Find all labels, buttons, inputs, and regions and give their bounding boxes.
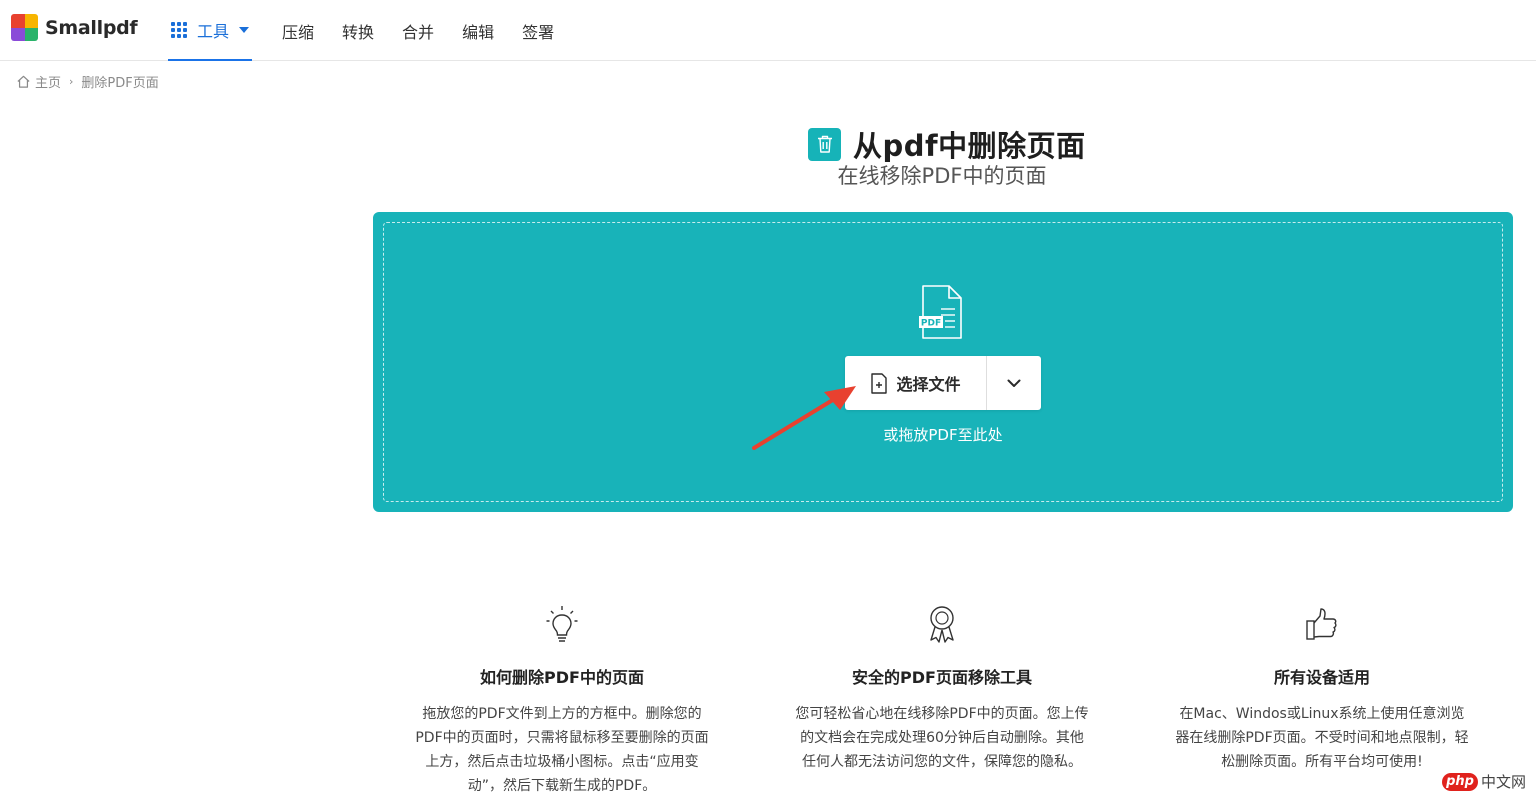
chevron-down-icon: [1007, 379, 1021, 387]
nav-sign[interactable]: 签署: [522, 19, 554, 43]
nav-merge[interactable]: 合并: [402, 19, 434, 43]
file-dropzone[interactable]: PDF 选择文件 或拖放PDF至此处: [373, 212, 1513, 512]
watermark-text: 中文网: [1480, 773, 1526, 791]
feature-title: 所有设备适用: [1273, 668, 1370, 687]
pdf-badge-text: PDF: [921, 319, 941, 329]
site-watermark: php 中文网: [1442, 771, 1526, 792]
award-icon: [782, 604, 1102, 644]
watermark-badge: php: [1442, 772, 1478, 791]
feature-title: 安全的PDF页面移除工具: [852, 668, 1032, 687]
page-title: 从pdf中删除页面: [853, 129, 1086, 163]
breadcrumb-home[interactable]: 主页: [35, 72, 61, 91]
feature-how-to: 如何删除PDF中的页面 拖放您的PDF文件到上方的方框中。删除您的PDF中的页面…: [402, 604, 722, 798]
page-title-row: 从pdf中删除页面: [808, 123, 1086, 165]
drop-hint-text: 或拖放PDF至此处: [883, 426, 1003, 444]
breadcrumb-current: 删除PDF页面: [81, 76, 159, 91]
choose-file-button[interactable]: 选择文件: [845, 356, 987, 410]
feature-all-devices: 所有设备适用 在Mac、Windos或Linux系统上使用任意浏览器在线删除PD…: [1162, 604, 1482, 774]
choose-file-button-group: 选择文件: [845, 356, 1041, 410]
nav-compress[interactable]: 压缩: [282, 19, 314, 43]
breadcrumb-separator: ›: [69, 75, 74, 88]
lightbulb-icon: [402, 604, 722, 644]
logo-mark-icon: [11, 14, 38, 41]
caret-down-icon: [239, 26, 250, 33]
tools-menu-label: 工具: [197, 21, 230, 41]
feature-description: 拖放您的PDF文件到上方的方框中。删除您的PDF中的页面时，只需将鼠标移至要删除…: [415, 706, 709, 794]
choose-source-dropdown[interactable]: [987, 356, 1041, 410]
main-nav: 工具 压缩 转换 合并 编辑 签署: [168, 0, 554, 61]
tools-menu-button[interactable]: 工具: [168, 0, 253, 61]
add-file-icon: [871, 372, 888, 394]
smallpdf-logo[interactable]: Smallpdf: [11, 14, 138, 41]
annotation-arrow-icon: [752, 386, 856, 450]
feature-description: 您可轻松省心地在线移除PDF中的页面。您上传的文档会在完成处理60分钟后自动删除…: [795, 706, 1089, 770]
brand-name: Smallpdf: [45, 16, 138, 39]
pdf-file-icon: PDF: [919, 285, 962, 339]
trash-icon: [808, 127, 841, 161]
thumbs-up-icon: [1162, 604, 1482, 644]
apps-grid-icon: [171, 21, 187, 38]
nav-convert[interactable]: 转换: [342, 19, 374, 43]
nav-edit[interactable]: 编辑: [462, 19, 494, 43]
feature-description: 在Mac、Windos或Linux系统上使用任意浏览器在线删除PDF页面。不受时…: [1175, 706, 1469, 770]
feature-security: 安全的PDF页面移除工具 您可轻松省心地在线移除PDF中的页面。您上传的文档会在…: [782, 604, 1102, 774]
choose-file-label: 选择文件: [896, 375, 961, 394]
page-subtitle: 在线移除PDF中的页面: [837, 164, 1047, 188]
home-icon: [17, 75, 30, 88]
breadcrumb: 主页 › 删除PDF页面: [16, 72, 159, 91]
feature-title: 如何删除PDF中的页面: [480, 668, 644, 687]
top-navigation-bar: Smallpdf 工具 压缩 转换 合并 编辑 签署: [0, 0, 1536, 61]
